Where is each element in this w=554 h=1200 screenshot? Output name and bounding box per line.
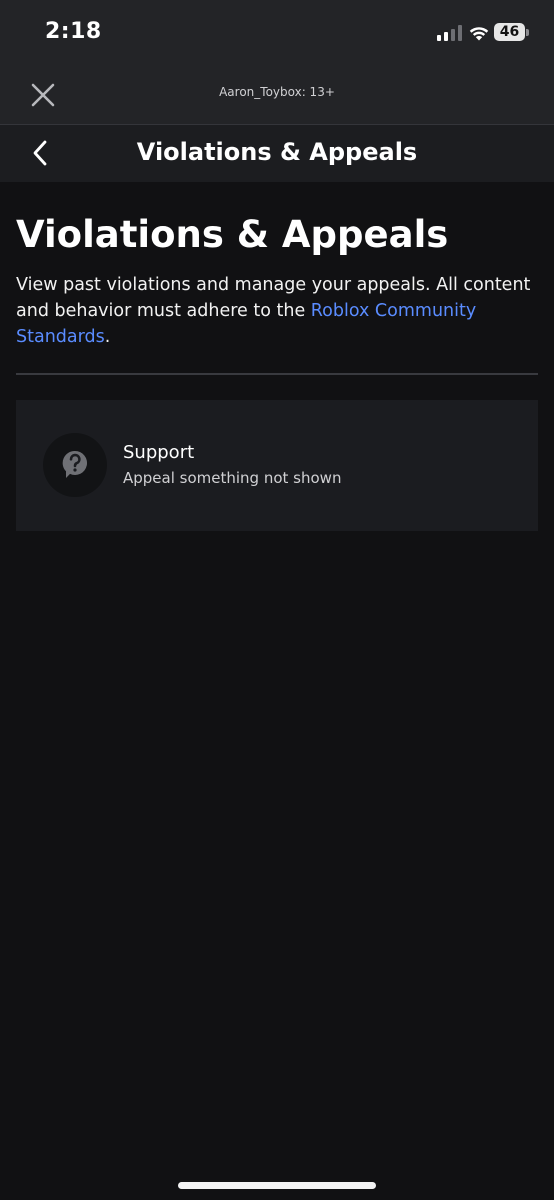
support-subtitle: Appeal something not shown (123, 469, 342, 487)
wifi-icon (469, 27, 489, 41)
intro-end: . (104, 327, 111, 347)
account-bar: Aaron_Toybox: 13+ (0, 64, 554, 124)
nav-title: Violations & Appeals (136, 138, 418, 166)
intro-text: View past violations and manage your app… (16, 272, 538, 350)
nav-bar: Violations & Appeals (0, 124, 554, 182)
support-card[interactable]: Support Appeal something not shown (16, 400, 538, 531)
section-divider (16, 373, 538, 375)
battery-percent: 46 (499, 24, 520, 40)
support-icon-container (43, 433, 107, 497)
top-area: 2:18 46 Aaron_Toybox: 13+ (0, 0, 554, 124)
support-title: Support (123, 442, 195, 463)
home-indicator[interactable] (178, 1182, 376, 1189)
cellular-signal-icon (437, 25, 462, 41)
help-icon (62, 450, 88, 478)
battery-icon: 46 (494, 23, 530, 43)
page-title: Violations & Appeals (16, 213, 449, 256)
account-label: Aaron_Toybox: 13+ (219, 85, 335, 99)
status-bar: 2:18 46 (0, 0, 554, 64)
status-time: 2:18 (45, 19, 102, 44)
